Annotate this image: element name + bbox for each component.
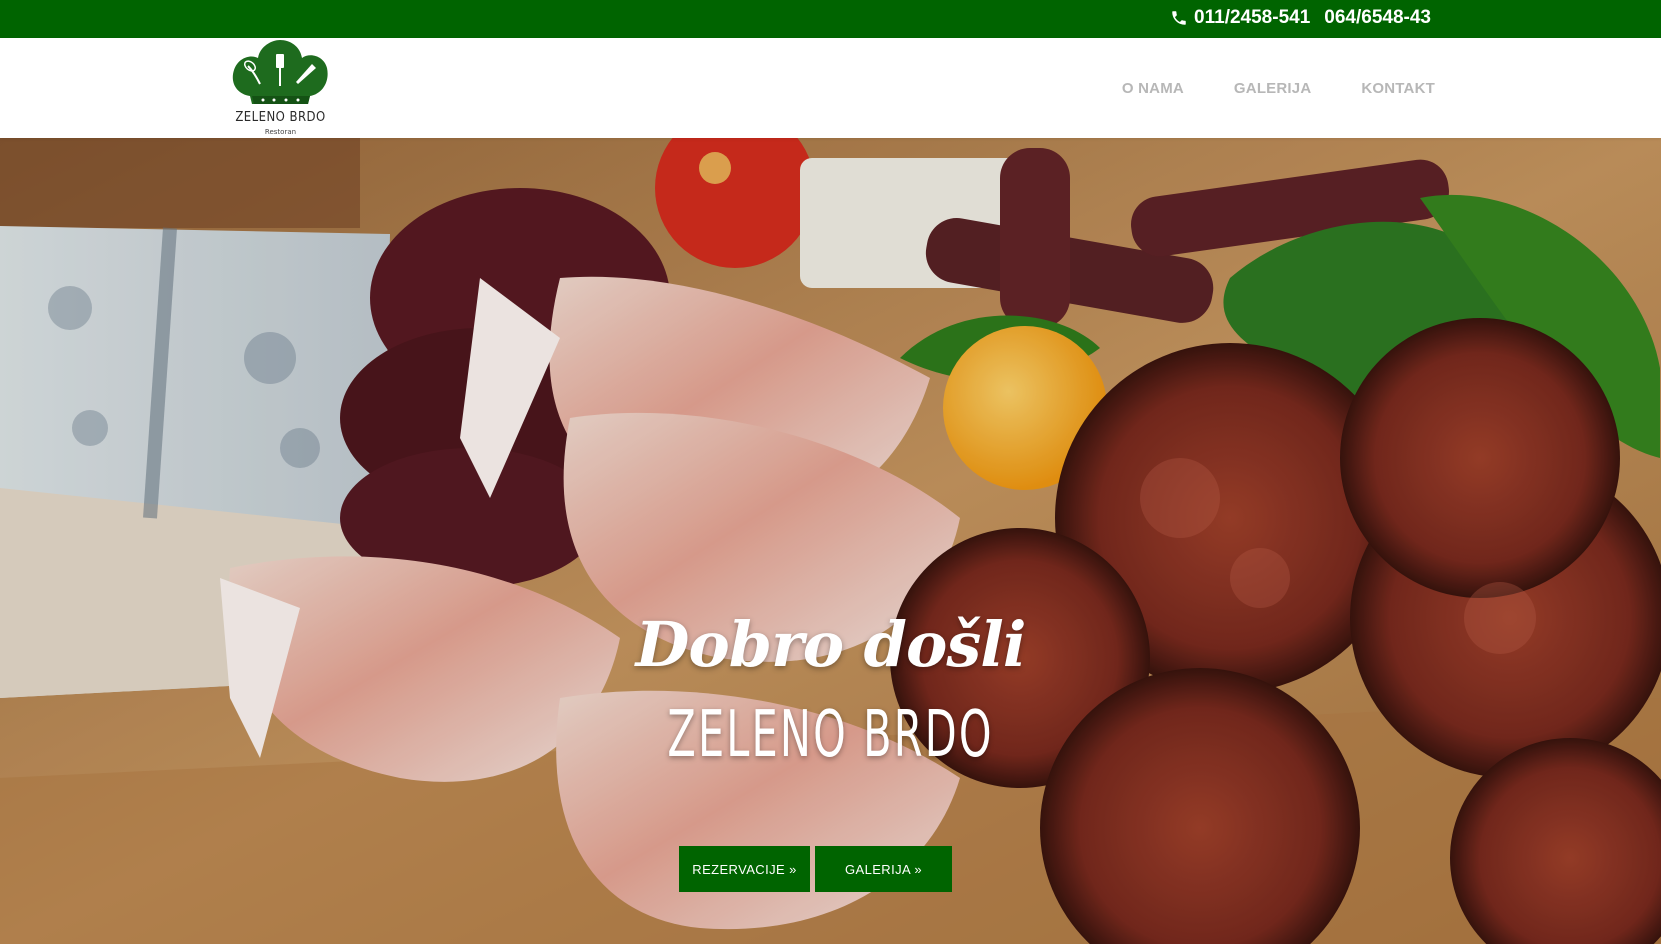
hero-subtitle: ZELENO BRDO xyxy=(667,698,994,772)
nav-item-o-nama[interactable]: O NAMA xyxy=(1122,80,1184,97)
site-logo[interactable]: ZELENO BRDO Restoran xyxy=(228,38,333,138)
hero-food-image xyxy=(0,138,1661,944)
chef-hat-logo-icon xyxy=(232,40,328,104)
reservations-button[interactable]: REZERVACIJE » xyxy=(679,846,810,892)
top-contact-bar: 011/2458-541 064/6548-43 xyxy=(0,0,1661,38)
nav-item-galerija[interactable]: GALERIJA xyxy=(1234,80,1311,97)
hero-section: Dobro došli ZELENO BRDO REZERVACIJE » GA… xyxy=(0,138,1661,944)
gallery-button[interactable]: GALERIJA » xyxy=(815,846,952,892)
hero-title: Dobro došli xyxy=(635,608,1027,681)
phone-numbers: 011/2458-541 064/6548-43 xyxy=(1170,0,1431,35)
site-header: ZELENO BRDO Restoran O NAMA GALERIJA KON… xyxy=(0,38,1661,138)
logo-name: ZELENO BRDO xyxy=(235,110,326,125)
hero-buttons: REZERVACIJE » GALERIJA » xyxy=(679,846,952,892)
phone-icon xyxy=(1170,9,1188,27)
phone-number-2[interactable]: 064/6548-43 xyxy=(1324,7,1431,29)
logo-subtitle: Restoran xyxy=(264,128,297,136)
nav-item-kontakt[interactable]: KONTAKT xyxy=(1361,80,1435,97)
main-nav: O NAMA GALERIJA KONTAKT xyxy=(1122,38,1435,138)
phone-number-1[interactable]: 011/2458-541 xyxy=(1194,7,1310,29)
